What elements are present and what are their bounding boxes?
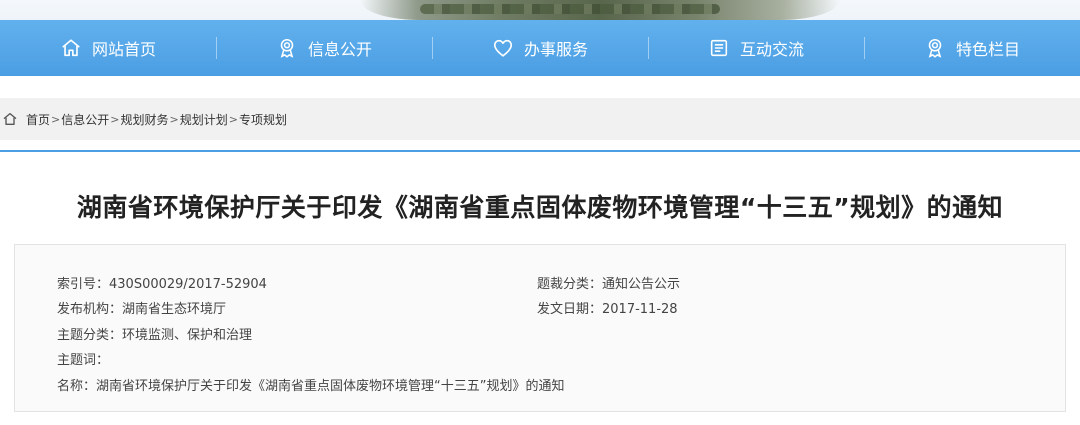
- home-icon: [2, 111, 18, 127]
- badge-icon: [924, 37, 946, 59]
- nav-item-label: 信息公开: [307, 40, 372, 59]
- breadcrumb: 首页 > 信息公开 > 规划财务 > 规划计划 > 专项规划: [0, 98, 1080, 140]
- breadcrumb-item-home[interactable]: 首页: [26, 111, 50, 128]
- nav-item-info-disclosure[interactable]: 信息公开: [216, 20, 432, 76]
- page-title: 湖南省环境保护厅关于印发《湖南省重点固体废物环境管理“十三五”规划》的通知: [76, 193, 1004, 222]
- meta-value: 2017-11-28: [602, 302, 678, 317]
- nav-item-interaction[interactable]: 互动交流: [648, 20, 864, 76]
- meta-value: 湖南省生态环境厅: [122, 302, 227, 317]
- breadcrumb-item-planning-finance[interactable]: 规划财务: [120, 111, 168, 128]
- nav-item-label: 网站首页: [91, 40, 156, 59]
- breadcrumb-separator: >: [228, 112, 238, 126]
- meta-topic: 主题分类：环境监测、保护和治理: [57, 324, 252, 343]
- meta-value: 通知公告公示: [602, 277, 681, 292]
- meta-date: 发文日期：2017-11-28: [537, 298, 678, 317]
- meta-genre: 题裁分类：通知公告公示: [537, 273, 680, 292]
- meta-value: 430S00029/2017-52904: [109, 277, 267, 292]
- nav-item-home[interactable]: 网站首页: [0, 20, 216, 76]
- meta-label: 发布机构：: [57, 302, 123, 317]
- meta-index-no: 索引号：430S00029/2017-52904: [57, 273, 267, 292]
- nav-item-label: 互动交流: [739, 40, 804, 59]
- list-icon: [708, 37, 730, 59]
- meta-label: 名称：: [57, 379, 97, 394]
- heart-icon: [492, 37, 514, 59]
- nav-item-featured[interactable]: 特色栏目: [864, 20, 1080, 76]
- breadcrumb-separator: >: [169, 112, 179, 126]
- breadcrumb-item-special-planning[interactable]: 专项规划: [239, 111, 287, 128]
- breadcrumb-item-info-disclosure[interactable]: 信息公开: [61, 111, 109, 128]
- meta-name: 名称：湖南省环境保护厅关于印发《湖南省重点固体废物环境管理“十三五”规划》的通知: [57, 375, 565, 394]
- home-icon: [60, 37, 82, 59]
- meta-label: 题裁分类：: [537, 277, 603, 292]
- badge-icon: [276, 37, 298, 59]
- meta-label: 主题分类：: [57, 328, 123, 343]
- breadcrumb-separator: >: [110, 112, 120, 126]
- header-banner: [0, 0, 1080, 20]
- nav-item-services[interactable]: 办事服务: [432, 20, 648, 76]
- meta-label: 主题词：: [57, 353, 110, 368]
- meta-value: 环境监测、保护和治理: [122, 328, 253, 343]
- meta-label: 索引号：: [57, 277, 110, 292]
- breadcrumb-separator: >: [51, 112, 61, 126]
- meta-keywords: 主题词：: [57, 349, 109, 368]
- meta-publisher: 发布机构：湖南省生态环境厅: [57, 298, 226, 317]
- accent-divider: [0, 150, 1080, 152]
- breadcrumb-item-planning[interactable]: 规划计划: [180, 111, 228, 128]
- meta-label: 发文日期：: [537, 302, 603, 317]
- document-meta-box: 索引号：430S00029/2017-52904 题裁分类：通知公告公示 发布机…: [14, 244, 1066, 412]
- nav-item-label: 特色栏目: [955, 40, 1020, 59]
- banner-photo: [360, 0, 840, 20]
- nav-item-label: 办事服务: [523, 40, 588, 59]
- meta-value: 湖南省环境保护厅关于印发《湖南省重点固体废物环境管理“十三五”规划》的通知: [96, 379, 565, 394]
- main-nav: 网站首页 信息公开 办事服务 互动交流 特色栏目: [0, 20, 1080, 76]
